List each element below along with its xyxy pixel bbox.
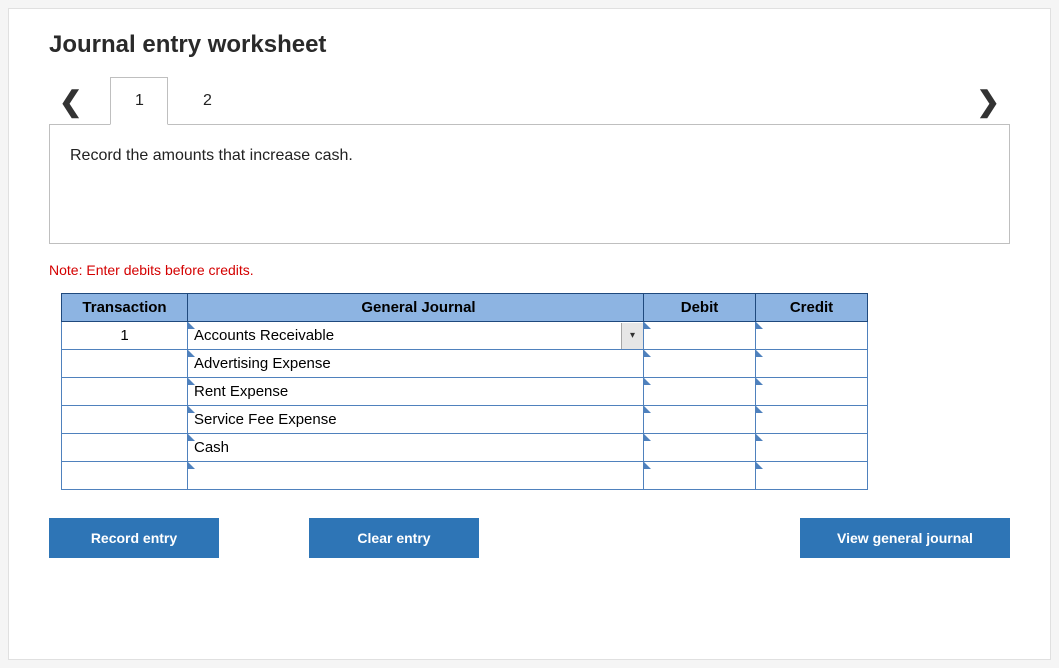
tab-1[interactable]: 1 [110, 77, 168, 125]
header-debit: Debit [644, 294, 756, 322]
tx-cell[interactable] [62, 434, 188, 462]
header-transaction: Transaction [62, 294, 188, 322]
tab-2[interactable]: 2 [178, 77, 236, 125]
chevron-right-icon[interactable]: ❯ [967, 85, 1010, 118]
debit-cell[interactable] [644, 462, 756, 490]
button-row: Record entry Clear entry View general jo… [49, 518, 1010, 558]
clear-entry-button[interactable]: Clear entry [309, 518, 479, 558]
header-general-journal: General Journal [188, 294, 644, 322]
page-title: Journal entry worksheet [49, 31, 1010, 59]
debit-cell[interactable] [644, 378, 756, 406]
credit-cell[interactable] [756, 322, 868, 350]
debit-cell[interactable] [644, 322, 756, 350]
credit-cell[interactable] [756, 406, 868, 434]
table-row: Cash [62, 434, 868, 462]
journal-table: Transaction General Journal Debit Credit… [61, 293, 868, 490]
dropdown-arrow-icon[interactable]: ▾ [621, 323, 643, 349]
credit-cell[interactable] [756, 462, 868, 490]
instruction-text: Record the amounts that increase cash. [70, 147, 353, 164]
account-value: Accounts Receivable [194, 327, 621, 344]
credit-cell[interactable] [756, 378, 868, 406]
record-entry-button[interactable]: Record entry [49, 518, 219, 558]
table-row: Rent Expense [62, 378, 868, 406]
account-cell[interactable] [188, 462, 644, 490]
debit-cell[interactable] [644, 350, 756, 378]
account-cell[interactable]: Cash [188, 434, 644, 462]
account-cell[interactable]: Service Fee Expense [188, 406, 644, 434]
account-cell[interactable]: Advertising Expense [188, 350, 644, 378]
tx-cell[interactable] [62, 406, 188, 434]
tx-cell[interactable] [62, 378, 188, 406]
header-credit: Credit [756, 294, 868, 322]
account-cell[interactable]: Rent Expense [188, 378, 644, 406]
table-row: Advertising Expense [62, 350, 868, 378]
chevron-left-icon[interactable]: ❮ [49, 85, 92, 118]
debit-cell[interactable] [644, 434, 756, 462]
instruction-box: Record the amounts that increase cash. [49, 124, 1010, 244]
table-row [62, 462, 868, 490]
view-general-journal-button[interactable]: View general journal [800, 518, 1010, 558]
table-row: 1 Accounts Receivable ▾ [62, 322, 868, 350]
credit-cell[interactable] [756, 434, 868, 462]
account-cell[interactable]: Accounts Receivable ▾ [188, 322, 644, 350]
table-row: Service Fee Expense [62, 406, 868, 434]
credit-cell[interactable] [756, 350, 868, 378]
debit-cell[interactable] [644, 406, 756, 434]
tx-cell[interactable] [62, 350, 188, 378]
note-text: Note: Enter debits before credits. [49, 262, 1010, 278]
tx-cell[interactable]: 1 [62, 322, 188, 350]
tx-cell[interactable] [62, 462, 188, 490]
tab-nav: ❮ 1 2 ❯ [49, 77, 1010, 125]
